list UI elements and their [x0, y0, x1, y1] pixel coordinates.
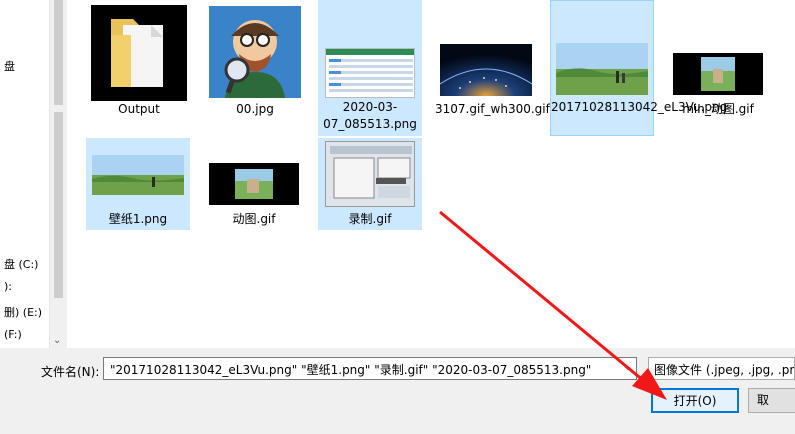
filename-label: 文件名(N):	[41, 365, 100, 379]
file-name: 录制.gif	[348, 212, 392, 226]
navigation-pane: 盘 盘 (C:) ): 删) (E:) (F:)	[0, 0, 50, 348]
dialog-bottom-bar: 文件名(N): "20171028113042_eL3Vu.png" "壁纸1.…	[0, 348, 795, 434]
open-button-label: 打开(O)	[673, 394, 717, 408]
file-name: min_动图.gif	[682, 102, 754, 116]
nav-item-drive-e[interactable]: 删) (E:)	[4, 304, 42, 320]
cartoon-face-thumbnail	[209, 6, 301, 98]
nav-scrollbar[interactable]: ⌄	[50, 0, 67, 348]
file-name: 20171028113042_eL3Vu.png	[551, 100, 728, 114]
animation-thumbnail	[209, 163, 299, 205]
file-grid: Output 00.jpg 2020-03-07_085513.png 3107…	[68, 0, 795, 348]
file-item-3107-gif[interactable]: 3107.gif_wh300.gif	[434, 2, 550, 136]
file-name: 00.jpg	[236, 102, 274, 116]
file-name: Output	[118, 102, 160, 116]
filetype-value: 图像文件 (.jpeg, .jpg, .pn	[654, 363, 795, 377]
screen-recording-thumbnail	[325, 141, 415, 207]
file-item-output[interactable]: Output	[88, 2, 190, 120]
open-button[interactable]: 打开(O)	[651, 388, 739, 413]
nav-item-fragment[interactable]: 盘	[4, 58, 15, 74]
cancel-button-label: 取	[757, 393, 770, 407]
file-name: 动图.gif	[232, 212, 276, 226]
file-item-luzhi-gif[interactable]: 录制.gif	[318, 138, 422, 230]
cancel-button[interactable]: 取	[748, 388, 795, 413]
landscape-thumbnail	[556, 43, 648, 95]
landscape-thumbnail	[92, 155, 184, 195]
file-name: 壁纸1.png	[108, 212, 168, 226]
filetype-select[interactable]: 图像文件 (.jpeg, .jpg, .pn	[648, 357, 795, 380]
nav-item-drive-c[interactable]: 盘 (C:)	[4, 256, 38, 272]
file-item-min-dongtu-gif[interactable]: min_动图.gif	[666, 2, 770, 120]
earth-night-thumbnail	[440, 44, 532, 96]
nav-item-drive-d[interactable]: ):	[4, 280, 12, 293]
file-item-00-jpg[interactable]: 00.jpg	[204, 2, 306, 120]
file-name: 2020-03-07_085513.png	[323, 100, 417, 131]
scroll-down-icon[interactable]: ⌄	[53, 335, 61, 346]
folder-icon	[91, 5, 187, 101]
nav-scrollbar-thumb[interactable]	[54, 0, 63, 105]
file-item-20171028-png[interactable]: 20171028113042_eL3Vu.png	[550, 0, 728, 136]
file-item-dongtu-gif[interactable]: 动图.gif	[202, 138, 306, 230]
filename-value: "20171028113042_eL3Vu.png" "壁纸1.png" "录制…	[110, 363, 592, 377]
animation-thumbnail	[673, 53, 763, 95]
spreadsheet-screenshot-thumbnail	[325, 48, 415, 98]
filename-input[interactable]: "20171028113042_eL3Vu.png" "壁纸1.png" "录制…	[103, 357, 637, 380]
file-name: 3107.gif_wh300.gif	[435, 102, 550, 116]
chevron-down-icon[interactable]: ⌵	[619, 358, 636, 379]
file-item-bizhi1-png[interactable]: 壁纸1.png	[86, 138, 190, 230]
file-item-2020-03-07-png[interactable]: 2020-03-07_085513.png	[318, 0, 422, 136]
nav-scrollbar-track-fill	[54, 112, 63, 298]
nav-item-drive-f[interactable]: (F:)	[4, 328, 22, 341]
